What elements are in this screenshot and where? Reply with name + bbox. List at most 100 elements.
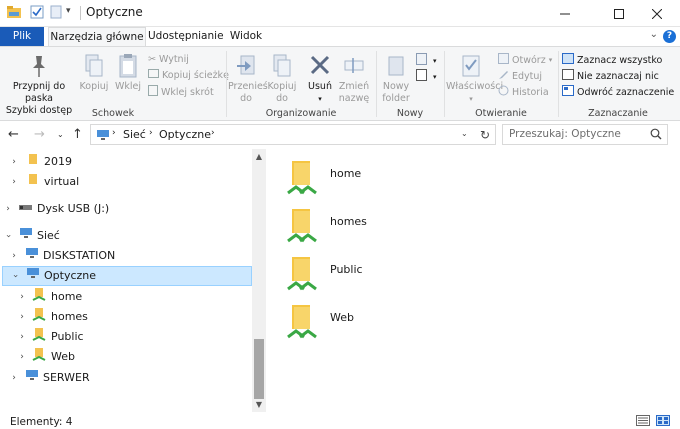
invert-selection-button[interactable]: Odwróć zaznaczenie (562, 85, 674, 100)
copy-to-label-2: do (276, 93, 288, 104)
chevron-right-icon[interactable]: › (8, 152, 20, 172)
customize-quick-access-icon[interactable]: ▾ (66, 6, 71, 16)
breadcrumb-separator: › (211, 128, 215, 138)
recent-locations-icon[interactable]: ⌄ (57, 130, 64, 139)
nav-item-home[interactable]: › home (16, 287, 248, 307)
properties-quick-icon[interactable] (30, 5, 44, 22)
copy-path-icon (148, 69, 159, 82)
delete-label: Usuń (308, 81, 332, 92)
content-pane: home homes Public Web (268, 149, 680, 412)
computer-icon (25, 266, 41, 286)
minimize-button[interactable] (542, 0, 588, 27)
copy-path-button[interactable]: Kopiuj ścieżkę (148, 69, 229, 82)
chevron-right-icon[interactable]: › (16, 287, 28, 307)
nav-item-label: 2019 (44, 155, 72, 168)
group-separator (226, 51, 227, 117)
cut-button[interactable]: ✂ Wytnij (148, 53, 189, 66)
nav-item-virtual[interactable]: › virtual (8, 172, 248, 192)
item-count: Elementy: 4 (10, 416, 73, 428)
content-item-homes[interactable]: homes (286, 205, 367, 249)
scrollbar-thumb[interactable] (254, 339, 264, 399)
chevron-right-icon[interactable]: › (16, 327, 28, 347)
breadcrumb-optyczne[interactable]: Optyczne (159, 128, 211, 141)
chevron-right-icon[interactable]: › (8, 172, 20, 192)
nav-item-diskstation[interactable]: › DISKSTATION (8, 246, 248, 266)
nav-item-homes[interactable]: › homes (16, 307, 248, 327)
content-item-web[interactable]: Web (286, 301, 354, 345)
move-to-icon (237, 55, 255, 75)
large-icons-view-icon[interactable] (656, 415, 670, 426)
chevron-down-icon[interactable]: › (5, 270, 25, 282)
nav-item-public[interactable]: › Public (16, 327, 248, 347)
select-all-button[interactable]: Zaznacz wszystko (562, 53, 662, 68)
new-folder-quick-icon[interactable] (50, 5, 62, 22)
chevron-right-icon[interactable]: › (8, 246, 20, 266)
computer-icon (24, 246, 40, 266)
tab-udostepnianie[interactable]: Udostępnianie (148, 27, 224, 46)
properties-button[interactable]: Właściwości ▾ (446, 53, 503, 105)
forward-arrow-icon[interactable]: → (34, 127, 45, 142)
rename-button[interactable]: Zmień nazwę (338, 53, 370, 105)
move-to-button[interactable]: Przenieś do (228, 53, 268, 105)
content-item-label: home (330, 167, 362, 180)
scroll-up-icon[interactable]: ▲ (254, 152, 264, 161)
chevron-down-icon[interactable]: › (0, 230, 18, 242)
new-item-dropdown-icon: ▾ (433, 56, 437, 65)
content-item-home[interactable]: home (286, 157, 361, 201)
delete-dropdown-icon[interactable]: ▾ (304, 93, 336, 105)
paste-button[interactable]: Wklej (112, 53, 144, 93)
content-item-public[interactable]: Public (286, 253, 363, 297)
select-all-label: Zaznacz wszystko (577, 55, 663, 66)
copy-button[interactable]: Kopiuj (78, 53, 110, 93)
window-title: Optyczne (86, 5, 143, 19)
open-button[interactable]: Otwórz ▾ (498, 53, 552, 68)
history-button[interactable]: Historia (498, 85, 549, 100)
delete-button[interactable]: Usuń ▾ (304, 53, 336, 105)
chevron-right-icon[interactable]: › (2, 199, 14, 219)
search-input[interactable]: Przeszukaj: Optyczne (502, 124, 668, 145)
tab-widok[interactable]: Widok (226, 27, 266, 46)
chevron-right-icon[interactable]: › (16, 347, 28, 367)
nav-item-web[interactable]: › Web (16, 347, 248, 367)
address-dropdown-icon[interactable]: ⌄ (461, 129, 468, 138)
new-item-button[interactable]: ▾ (416, 53, 437, 69)
select-all-icon (562, 53, 574, 68)
nav-item-serwer[interactable]: › SERWER (8, 368, 248, 388)
nav-item-optyczne[interactable]: › Optyczne (2, 266, 252, 286)
title-bar: ▾ Optyczne (0, 0, 680, 27)
navigation-scrollbar[interactable]: ▲ ▼ (252, 149, 266, 412)
details-view-icon[interactable] (636, 415, 650, 426)
scroll-down-icon[interactable]: ▼ (254, 400, 264, 409)
nav-item-2019[interactable]: › 2019 (8, 152, 248, 172)
easy-access-button[interactable]: ▾ (416, 69, 437, 85)
select-none-button[interactable]: Nie zaznaczaj nic (562, 69, 659, 84)
tab-plik[interactable]: Plik (0, 27, 44, 46)
paste-shortcut-button[interactable]: Wklej skrót (148, 85, 214, 100)
back-arrow-icon[interactable]: ← (8, 127, 19, 142)
new-folder-button[interactable]: Nowy folder (378, 53, 414, 105)
open-icon (498, 53, 509, 68)
nav-item-label: home (51, 290, 83, 303)
shared-folder-icon (286, 205, 318, 248)
tab-narzedzia-glowne[interactable]: Narzędzia główne (48, 27, 146, 46)
chevron-right-icon[interactable]: › (8, 368, 20, 388)
nav-item-usb-drive[interactable]: › Dysk USB (J:) (2, 199, 248, 219)
history-label: Historia (512, 87, 549, 98)
close-button[interactable] (634, 0, 680, 27)
address-bar[interactable]: › Sieć › Optyczne › ⌄ ↻ (90, 124, 496, 145)
refresh-icon[interactable]: ↻ (475, 128, 495, 143)
breadcrumb-siec[interactable]: Sieć (123, 128, 146, 141)
paste-shortcut-icon (148, 85, 158, 100)
nav-item-label: homes (51, 310, 88, 323)
copy-to-button[interactable]: Kopiuj do (264, 53, 300, 105)
nav-item-siec[interactable]: › Sieć (2, 226, 248, 246)
chevron-right-icon[interactable]: › (16, 307, 28, 327)
edit-button[interactable]: Edytuj (498, 69, 542, 84)
search-icon (650, 128, 662, 143)
properties-dropdown-icon[interactable]: ▾ (446, 93, 496, 105)
status-bar: Elementy: 4 (0, 412, 680, 429)
help-icon[interactable]: ? (663, 30, 676, 43)
select-none-icon (562, 69, 574, 84)
up-arrow-icon[interactable]: ↑ (72, 127, 83, 142)
chevron-down-icon[interactable]: ⌄ (650, 29, 658, 40)
